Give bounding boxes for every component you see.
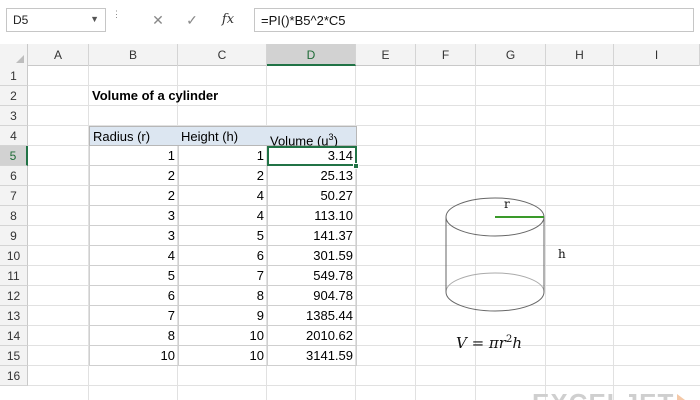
row-header-11[interactable]: 11 bbox=[0, 266, 28, 286]
row-header-9[interactable]: 9 bbox=[0, 226, 28, 246]
sheet-title[interactable]: Volume of a cylinder bbox=[89, 86, 269, 106]
cell-volume[interactable]: 50.27 bbox=[267, 186, 357, 206]
column-header-d[interactable]: D bbox=[267, 44, 356, 66]
cell-radius[interactable]: 8 bbox=[89, 326, 179, 346]
row-header-10[interactable]: 10 bbox=[0, 246, 28, 266]
name-box-value: D5 bbox=[13, 13, 29, 27]
cell-volume[interactable]: 1385.44 bbox=[267, 306, 357, 326]
row-header-7[interactable]: 7 bbox=[0, 186, 28, 206]
cell-volume[interactable]: 113.10 bbox=[267, 206, 357, 226]
formula-buttons: ✕ ✓ fx bbox=[126, 8, 252, 32]
gridline-column bbox=[613, 66, 614, 400]
header-volume[interactable]: Volume (u3) bbox=[267, 126, 357, 148]
height-label: h bbox=[558, 247, 566, 261]
column-header-i[interactable]: I bbox=[614, 44, 700, 66]
cylinder-bottom bbox=[445, 291, 545, 312]
column-header-g[interactable]: G bbox=[476, 44, 546, 66]
logo-text: EXCELJET bbox=[532, 388, 674, 400]
column-header-row: ABCDEFGHI bbox=[0, 44, 700, 66]
cell-radius[interactable]: 2 bbox=[89, 166, 179, 186]
cylinder-bottom-back bbox=[445, 272, 545, 293]
row-header-13[interactable]: 13 bbox=[0, 306, 28, 326]
cell-height[interactable]: 6 bbox=[178, 246, 268, 266]
fill-handle[interactable] bbox=[353, 163, 359, 169]
cell-volume[interactable]: 301.59 bbox=[267, 246, 357, 266]
cell-radius[interactable]: 1 bbox=[89, 146, 179, 166]
name-box[interactable]: D5 ▼ bbox=[6, 8, 106, 32]
cell-radius[interactable]: 4 bbox=[89, 246, 179, 266]
cell-volume[interactable]: 3141.59 bbox=[267, 346, 357, 366]
column-header-a[interactable]: A bbox=[28, 44, 89, 66]
row-header-5[interactable]: 5 bbox=[0, 146, 28, 166]
cell-volume[interactable]: 141.37 bbox=[267, 226, 357, 246]
cell-radius[interactable]: 3 bbox=[89, 226, 179, 246]
cell-volume[interactable]: 549.78 bbox=[267, 266, 357, 286]
cell-radius[interactable]: 2 bbox=[89, 186, 179, 206]
row-header-16[interactable]: 16 bbox=[0, 366, 28, 386]
column-header-b[interactable]: B bbox=[89, 44, 178, 66]
cell-radius[interactable]: 7 bbox=[89, 306, 179, 326]
cell-height[interactable]: 8 bbox=[178, 286, 268, 306]
cell-radius[interactable]: 6 bbox=[89, 286, 179, 306]
cell-height[interactable]: 4 bbox=[178, 206, 268, 226]
cell-height[interactable]: 7 bbox=[178, 266, 268, 286]
cell-volume[interactable]: 3.14 bbox=[267, 146, 357, 166]
formula-text: =PI()*B5^2*C5 bbox=[261, 13, 346, 28]
resize-handle-icon[interactable]: ⋮ bbox=[112, 10, 121, 28]
exceljet-logo: EXCELJET bbox=[532, 388, 692, 400]
column-header-h[interactable]: H bbox=[546, 44, 614, 66]
cancel-icon[interactable]: ✕ bbox=[144, 8, 172, 32]
cell-radius[interactable]: 5 bbox=[89, 266, 179, 286]
column-header-c[interactable]: C bbox=[178, 44, 267, 66]
row-header-1[interactable]: 1 bbox=[0, 66, 28, 86]
row-header-2[interactable]: 2 bbox=[0, 86, 28, 106]
cell-height[interactable]: 5 bbox=[178, 226, 268, 246]
logo-arrow-icon bbox=[677, 394, 689, 400]
header-height[interactable]: Height (h) bbox=[178, 126, 268, 146]
formula-v: V = πr bbox=[456, 334, 506, 352]
row-header-3[interactable]: 3 bbox=[0, 106, 28, 126]
cell-radius[interactable]: 3 bbox=[89, 206, 179, 226]
formula-h: h bbox=[512, 334, 523, 352]
cell-radius[interactable]: 10 bbox=[89, 346, 179, 366]
volume-formula: V = πr2h bbox=[456, 334, 522, 352]
chevron-down-icon[interactable]: ▼ bbox=[90, 14, 99, 24]
select-all-button[interactable] bbox=[0, 44, 28, 66]
enter-icon[interactable]: ✓ bbox=[178, 8, 206, 32]
column-header-f[interactable]: F bbox=[416, 44, 476, 66]
gridline-column bbox=[415, 66, 416, 400]
radius-label: r bbox=[504, 197, 510, 211]
insert-function-icon[interactable]: fx bbox=[214, 8, 242, 32]
cell-height[interactable]: 10 bbox=[178, 326, 268, 346]
cell-height[interactable]: 9 bbox=[178, 306, 268, 326]
formula-input[interactable]: =PI()*B5^2*C5 bbox=[254, 8, 694, 32]
cell-volume[interactable]: 2010.62 bbox=[267, 326, 357, 346]
cell-volume[interactable]: 25.13 bbox=[267, 166, 357, 186]
formula-bar: D5 ▼ ⋮ ✕ ✓ fx =PI()*B5^2*C5 bbox=[0, 0, 700, 44]
row-header-4[interactable]: 4 bbox=[0, 126, 28, 146]
cell-height[interactable]: 4 bbox=[178, 186, 268, 206]
select-all-icon bbox=[16, 55, 24, 63]
row-header-14[interactable]: 14 bbox=[0, 326, 28, 346]
worksheet: ABCDEFGHI 1 2 3 4 5 6 7 8 9 10 11 12 13 14 15 16 Volume… bbox=[0, 44, 700, 400]
cell-height[interactable]: 10 bbox=[178, 346, 268, 366]
gridline-row bbox=[28, 385, 700, 386]
header-radius[interactable]: Radius (r) bbox=[89, 126, 179, 146]
row-header-12[interactable]: 12 bbox=[0, 286, 28, 306]
cell-height[interactable]: 1 bbox=[178, 146, 268, 166]
column-header-e[interactable]: E bbox=[356, 44, 416, 66]
row-header-8[interactable]: 8 bbox=[0, 206, 28, 226]
cell-volume[interactable]: 904.78 bbox=[267, 286, 357, 306]
row-header-15[interactable]: 15 bbox=[0, 346, 28, 366]
row-header-6[interactable]: 6 bbox=[0, 166, 28, 186]
cell-height[interactable]: 2 bbox=[178, 166, 268, 186]
